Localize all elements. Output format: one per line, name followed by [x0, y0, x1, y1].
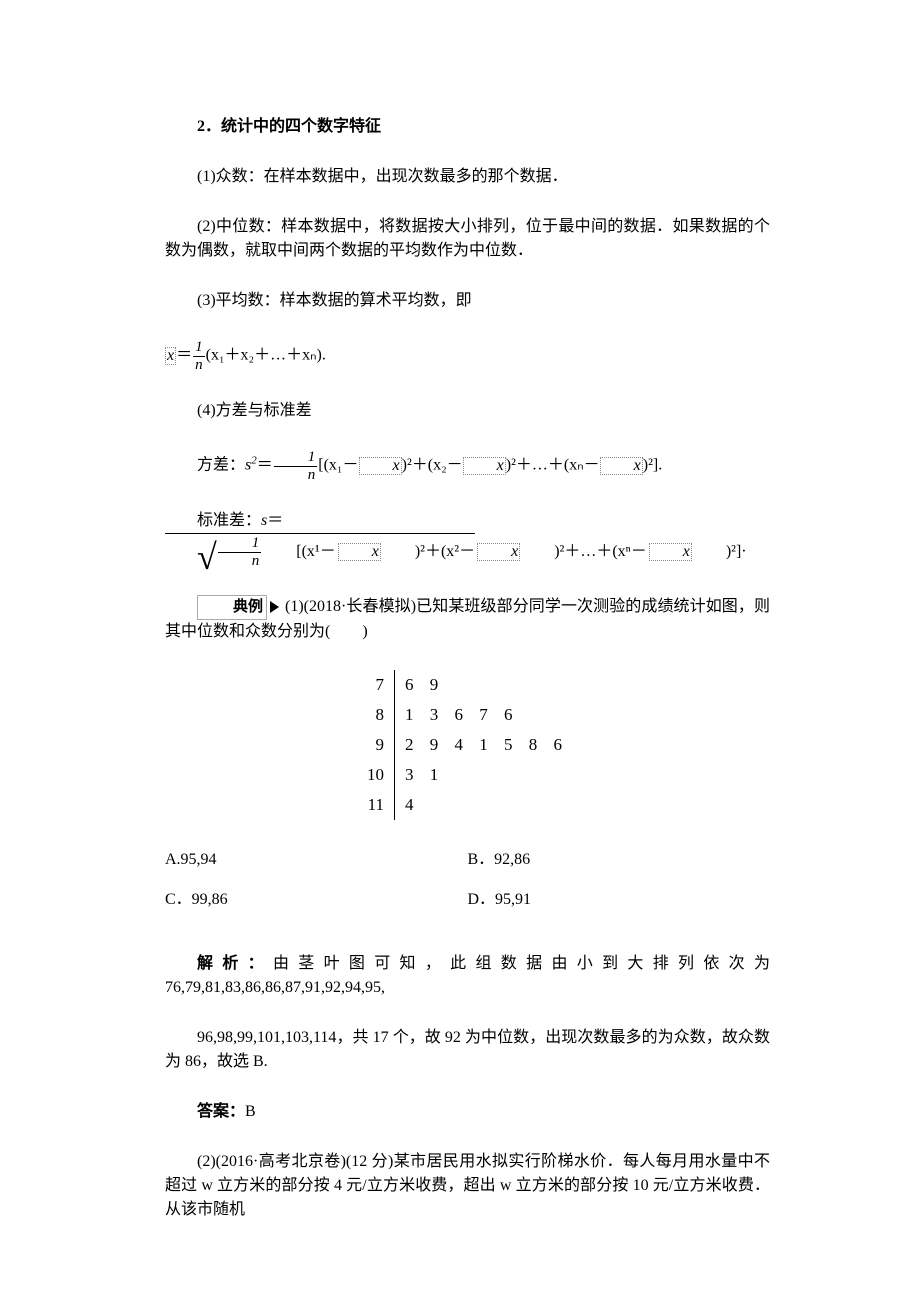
xbar-icon: x: [359, 457, 402, 475]
formula-mean: x＝1n(x₁＋x₂＋…＋xₙ).: [165, 339, 770, 373]
stem-value: 9: [367, 730, 384, 760]
xbar-icon: x: [600, 457, 643, 475]
leaf-row: 3 1: [405, 760, 568, 790]
variance-label: 方差：: [197, 457, 245, 474]
xbar-icon: x: [649, 543, 692, 561]
option-d: D．95,91: [468, 888, 771, 912]
answer-value: B: [245, 1103, 256, 1120]
formula-variance: 方差：s2＝1n[(x₁－x)²＋(x₂－x)²＋…＋(xₙ－x)²].: [165, 449, 770, 483]
section-title: 2．统计中的四个数字特征: [165, 115, 770, 139]
fraction-icon: 1n: [193, 339, 205, 373]
sqrt-icon: √ 1n[(x¹－x)²＋(x²－x)²＋…＋(xⁿ－x)²]·: [165, 533, 747, 569]
jiexi-line1: 解析：由茎叶图可知，此组数据由小到大排列依次为 76,79,81,83,86,8…: [165, 952, 770, 1000]
fraction-icon: 1n: [274, 449, 318, 483]
stem-leaf-plot: 7 8 9 10 11 6 9 1 3 6 7 6 2 9 4 1 5 8 6 …: [165, 670, 770, 820]
def-pingjunshu: (3)平均数：样本数据的算术平均数，即: [165, 289, 770, 313]
jiexi-line2: 96,98,99,101,103,114，共 17 个，故 92 为中位数，出现…: [165, 1026, 770, 1074]
sd-label: 标准差：: [197, 512, 261, 529]
formula-mean-tail: (x₁＋x₂＋…＋xₙ).: [206, 347, 326, 364]
answer-line: 答案：B: [165, 1100, 770, 1124]
stem-value: 8: [367, 700, 384, 730]
stem-value: 7: [367, 670, 384, 700]
leaf-row: 1 3 6 7 6: [405, 700, 568, 730]
dianli-badge: 典例: [197, 595, 267, 620]
option-c: C．99,86: [165, 888, 468, 912]
document-page: 2．统计中的四个数字特征 (1)众数：在样本数据中，出现次数最多的那个数据． (…: [0, 0, 920, 1308]
example2-stem: (2)(2016·高考北京卷)(12 分)某市居民用水拟实行阶梯水价．每人每月用…: [165, 1150, 770, 1222]
jiexi-label: 解析：: [197, 955, 273, 972]
example1-stem: 典例(1)(2018·长春模拟)已知某班级部分同学一次测验的成绩统计如图，则其中…: [165, 595, 770, 644]
def-zhongshu: (1)众数：在样本数据中，出现次数最多的那个数据．: [165, 165, 770, 189]
def-fangcha: (4)方差与标准差: [165, 399, 770, 423]
formula-sd: 标准差：s＝ √ 1n[(x¹－x)²＋(x²－x)²＋…＋(xⁿ－x)²]·: [165, 509, 770, 569]
def-zhongweishu: (2)中位数：样本数据中，将数据按大小排列，位于最中间的数据．如果数据的个数为偶…: [165, 215, 770, 263]
xbar-icon: x: [165, 347, 176, 365]
triangle-right-icon: [270, 601, 279, 613]
option-b: B．92,86: [468, 848, 771, 872]
xbar-icon: x: [338, 543, 381, 561]
stem-value: 11: [367, 790, 384, 820]
answer-options: A.95,94 B．92,86 C．99,86 D．95,91: [165, 848, 770, 928]
leaf-column: 6 9 1 3 6 7 6 2 9 4 1 5 8 6 3 1 4: [394, 670, 568, 820]
xbar-icon: x: [463, 457, 506, 475]
answer-label: 答案：: [197, 1103, 245, 1120]
option-a: A.95,94: [165, 848, 468, 872]
leaf-row: 2 9 4 1 5 8 6: [405, 730, 568, 760]
stem-value: 10: [367, 760, 384, 790]
leaf-row: 6 9: [405, 670, 568, 700]
stem-column: 7 8 9 10 11: [367, 670, 394, 820]
xbar-icon: x: [477, 543, 520, 561]
leaf-row: 4: [405, 790, 568, 820]
